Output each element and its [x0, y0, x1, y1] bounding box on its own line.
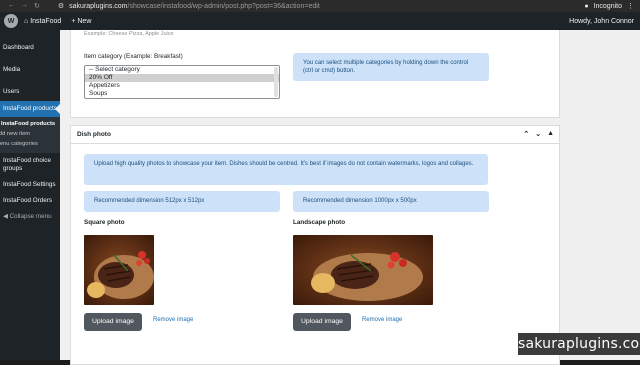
category-panel: Example: Cheese Pizza, Apple Juice Item …: [70, 30, 560, 118]
category-option[interactable]: Soups: [85, 90, 279, 98]
category-option[interactable]: Appetizers: [85, 82, 279, 90]
admin-sidebar: Dashboard Media Users InstaFood products…: [0, 30, 60, 360]
move-up-icon[interactable]: ⌃: [523, 130, 529, 138]
panel-controls: ⌃ ⌄ ▲: [523, 130, 554, 138]
square-remove-link[interactable]: Remove image: [153, 317, 193, 323]
category-info-notice: You can select multiple categories by ho…: [293, 53, 489, 81]
square-upload-button[interactable]: Upload image: [84, 313, 142, 331]
sidebar-item-dashboard[interactable]: Dashboard: [0, 40, 60, 56]
category-label: Item category (Example: Breakfast): [84, 53, 183, 60]
square-photo-preview: [84, 235, 154, 305]
category-option[interactable]: -- Select category: [85, 66, 279, 74]
admin-bar-site[interactable]: ⌂ InstaFood: [24, 18, 61, 25]
photo-guidelines-notice: Upload high quality photos to showcase y…: [84, 154, 488, 185]
site-name: InstaFood: [30, 18, 61, 25]
submenu-add-new-item[interactable]: Add new item: [0, 129, 60, 139]
main-content: Example: Cheese Pizza, Apple Juice Item …: [60, 30, 640, 360]
site-watermark: sakuraplugins.com: [518, 333, 640, 355]
browser-nav: ← → ↻: [0, 2, 40, 10]
name-example-text: Example: Cheese Pizza, Apple Juice: [84, 31, 174, 37]
profile-badge[interactable]: ● Incognito ⋮: [584, 2, 634, 10]
admin-bar-new[interactable]: + New: [71, 18, 91, 25]
landscape-photo-label: Landscape photo: [293, 219, 345, 226]
sidebar-item-instafood-products[interactable]: InstaFood products: [0, 101, 60, 117]
profile-label: Incognito: [594, 3, 622, 10]
submenu-menu-categories[interactable]: Menu categories: [0, 139, 60, 149]
sidebar-item-choice-groups[interactable]: InstaFood choice groups: [0, 153, 60, 177]
submenu-head[interactable]: InstaFood products: [0, 119, 60, 129]
home-icon: ⌂: [24, 18, 28, 25]
landscape-dimension-notice: Recommended dimension 1000px x 500px: [293, 191, 489, 212]
back-icon[interactable]: ←: [8, 2, 15, 10]
address-bar[interactable]: ⚙ sakuraplugins.com/showcase/instafood/w…: [58, 2, 320, 10]
sidebar-item-users[interactable]: Users: [0, 84, 60, 100]
square-photo-label: Square photo: [84, 219, 125, 226]
sidebar-submenu: InstaFood products Add new item Menu cat…: [0, 117, 60, 153]
dish-photo-header: Dish photo ⌃ ⌄ ▲: [71, 126, 559, 144]
category-option-selected[interactable]: 20% Off: [85, 74, 279, 82]
browser-toolbar: ← → ↻ ⚙ sakuraplugins.com/showcase/insta…: [0, 0, 640, 12]
collapse-label: Collapse menu: [10, 213, 52, 220]
landscape-remove-link[interactable]: Remove image: [362, 317, 402, 323]
site-info-icon[interactable]: ⚙: [58, 2, 64, 10]
select-scrollbar[interactable]: [274, 67, 278, 97]
sidebar-item-settings[interactable]: InstaFood Settings: [0, 177, 60, 193]
landscape-upload-button[interactable]: Upload image: [293, 313, 351, 331]
collapse-menu[interactable]: ◀ Collapse menu: [0, 209, 60, 225]
move-down-icon[interactable]: ⌄: [535, 130, 541, 138]
sidebar-item-media[interactable]: Media: [0, 62, 60, 78]
reload-icon[interactable]: ↻: [34, 2, 40, 10]
incognito-icon: ●: [584, 3, 588, 10]
dish-photo-panel: Dish photo ⌃ ⌄ ▲ Upload high quality pho…: [70, 125, 560, 365]
plus-icon: +: [71, 18, 75, 25]
menu-dots-icon[interactable]: ⋮: [627, 2, 634, 10]
landscape-photo-preview: [293, 235, 433, 305]
wp-admin-bar: W ⌂ InstaFood + New Howdy, John Connor: [0, 12, 640, 30]
admin-bar-account[interactable]: Howdy, John Connor: [569, 18, 634, 25]
collapse-icon: ◀: [3, 213, 8, 220]
forward-icon[interactable]: →: [21, 2, 28, 10]
category-multiselect[interactable]: -- Select category 20% Off Appetizers So…: [84, 65, 280, 99]
toggle-panel-icon[interactable]: ▲: [547, 130, 554, 138]
new-label: New: [77, 18, 91, 25]
url-path: /showcase/instafood/wp-admin/post.php?po…: [128, 3, 320, 10]
sidebar-item-orders[interactable]: InstaFood Orders: [0, 193, 60, 209]
dish-photo-title: Dish photo: [77, 131, 111, 138]
wordpress-logo-icon[interactable]: W: [4, 14, 18, 28]
url-host: sakuraplugins.com: [69, 3, 127, 10]
square-dimension-notice: Recommended dimension 512px x 512px: [84, 191, 280, 212]
